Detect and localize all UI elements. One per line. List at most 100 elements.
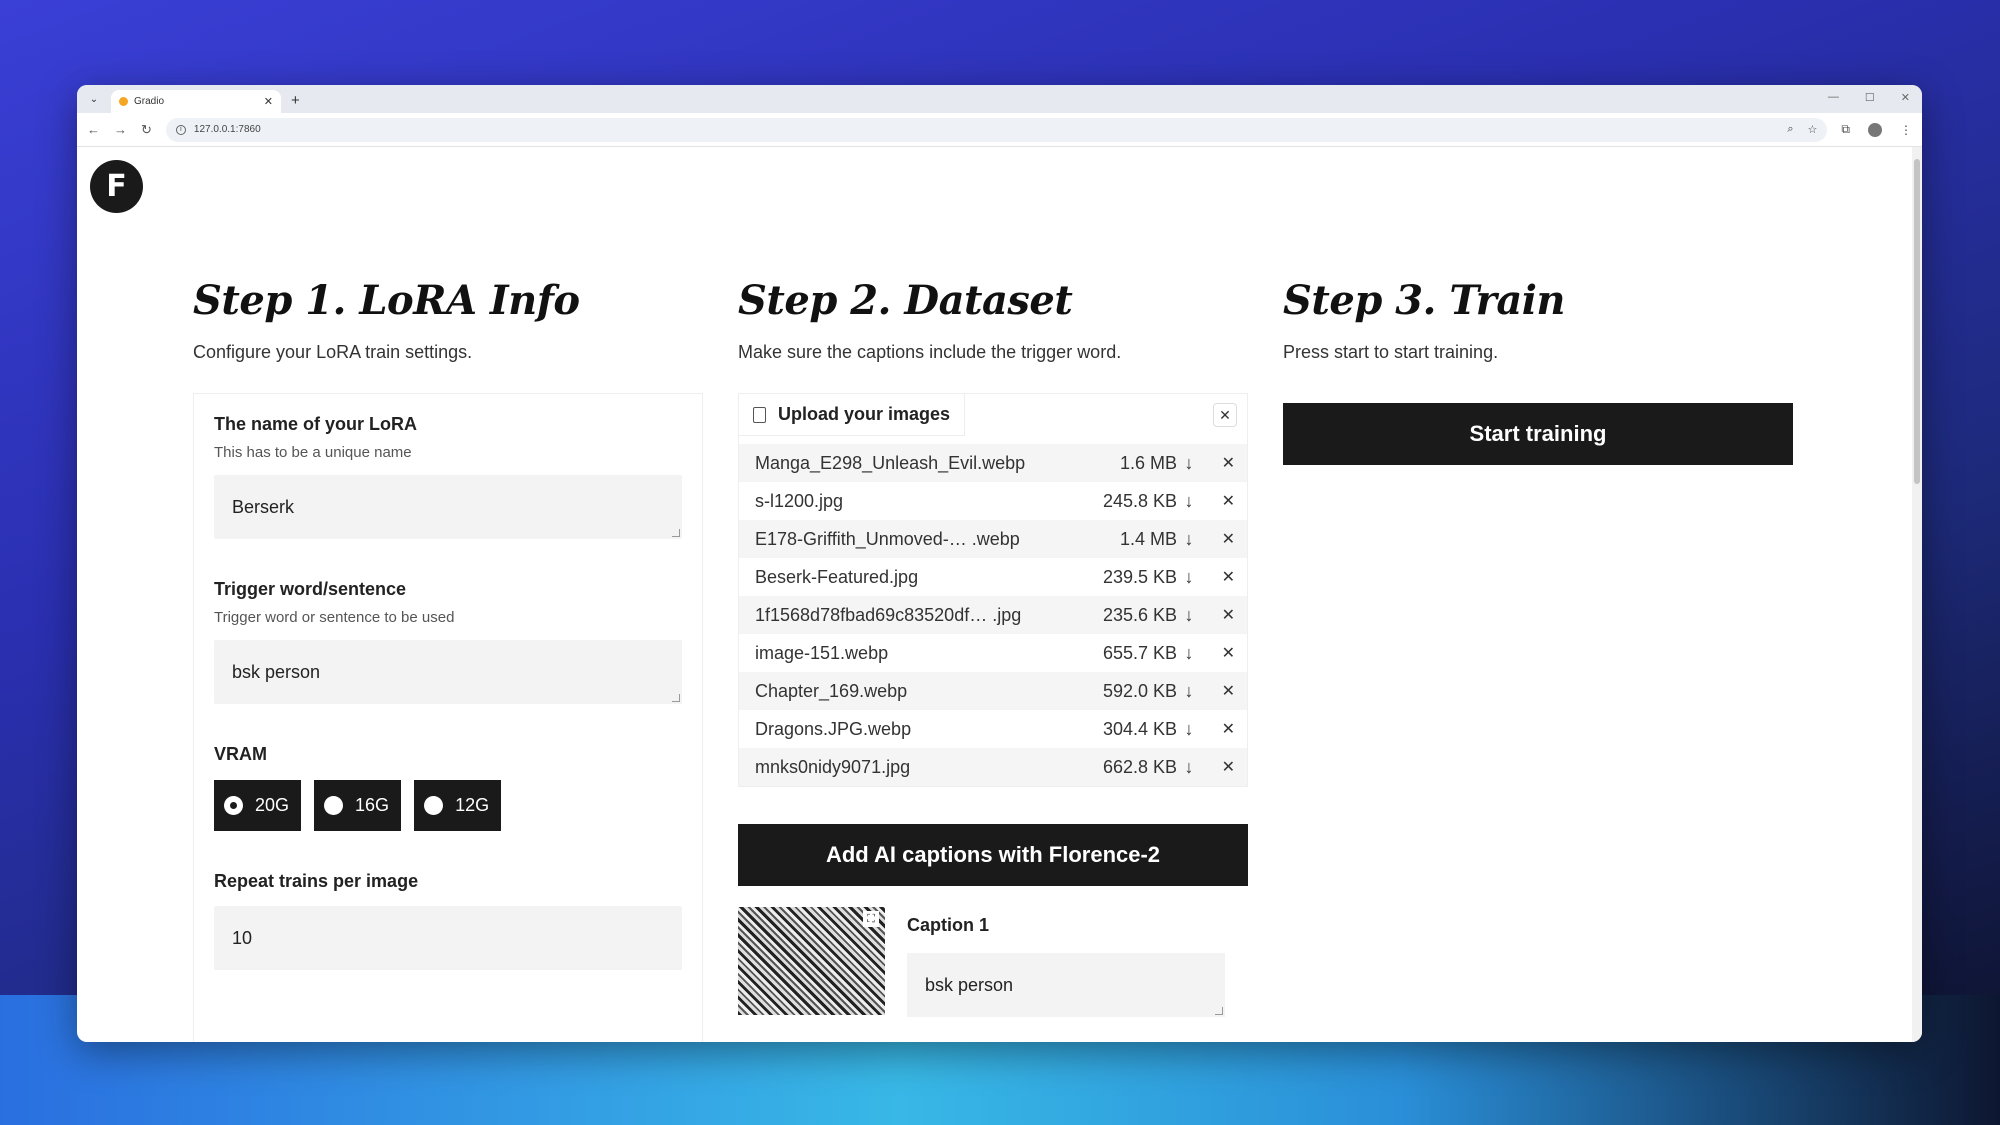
remove-file-icon[interactable]: ✕ [1201,491,1235,511]
file-row: s-l1200.jpg 245.8 KB ↓ ✕ [739,482,1247,520]
remove-file-icon[interactable]: ✕ [1201,529,1235,549]
trigger-field: Trigger word/sentence Trigger word or se… [214,579,682,704]
vram-option-16g[interactable]: 16G [314,780,402,831]
favicon-icon [119,97,128,106]
menu-kebab-icon[interactable]: ⋮ [1900,123,1912,137]
lora-name-label: The name of your LoRA [214,414,418,434]
tab-close-icon[interactable]: ✕ [264,95,273,108]
image-upload[interactable]: Upload your images ✕ Manga_E298_Unleash_… [738,393,1248,787]
remove-file-icon[interactable]: ✕ [1201,453,1235,473]
back-icon[interactable]: ← [87,122,100,137]
file-row: image-151.webp 655.7 KB ↓ ✕ [739,634,1247,672]
bookmark-star-icon[interactable]: ☆ [1808,123,1818,136]
caption-value: bsk person [925,974,1014,995]
file-name: Beserk-Featured.jpg [755,566,919,587]
download-icon[interactable]: ↓ [1177,757,1201,778]
clear-upload-button[interactable]: ✕ [1213,403,1237,427]
vram-radio-group: 20G 16G 12G [214,780,682,831]
browser-tab[interactable]: Gradio ✕ [111,90,281,113]
file-row: Chapter_169.webp 592.0 KB ↓ ✕ [739,672,1247,710]
url-field[interactable]: i 127.0.0.1:7860 ⌕ ☆ [165,117,1828,142]
step2-title: Step 2. Dataset [738,277,1073,324]
file-row: mnks0nidy9071.jpg 662.8 KB ↓ ✕ [739,748,1247,786]
download-icon[interactable]: ↓ [1177,605,1201,626]
lora-name-field: The name of your LoRA This has to be a u… [214,414,682,539]
file-size: 592.0 KB [1102,680,1177,701]
download-icon[interactable]: ↓ [1177,491,1201,512]
reload-icon[interactable]: ↻ [141,122,152,138]
remove-file-icon[interactable]: ✕ [1201,643,1235,663]
profile-avatar[interactable] [1868,122,1882,137]
step2-subtitle: Make sure the captions include the trigg… [738,342,1122,362]
url-text: 127.0.0.1:7860 [193,124,261,135]
remove-file-icon[interactable]: ✕ [1201,757,1235,777]
start-training-button[interactable]: Start training [1283,403,1793,465]
vram-option-label: 20G [255,795,290,815]
file-row: 1f1568d78fbad69c83520df… .jpg 235.6 KB ↓ ✕ [739,596,1247,634]
file-size: 235.6 KB [1102,604,1177,625]
file-icon [753,406,766,423]
lora-name-input[interactable]: Berserk [214,475,682,539]
app-logo: F [90,160,143,213]
caption-input[interactable]: bsk person [907,953,1225,1017]
repeat-value: 10 [232,927,253,948]
ai-captions-button[interactable]: Add AI captions with Florence-2 [738,824,1248,886]
download-icon[interactable]: ↓ [1177,719,1201,740]
download-icon[interactable]: ↓ [1177,453,1201,474]
repeat-field: Repeat trains per image 10 [214,871,682,970]
repeat-input[interactable]: 10 [214,906,682,970]
repeat-label: Repeat trains per image [214,871,419,891]
trigger-hint: Trigger word or sentence to be used [214,609,455,626]
remove-file-icon[interactable]: ✕ [1201,719,1235,739]
zoom-icon[interactable]: ⌕ [1787,123,1793,136]
file-name: Manga_E298_Unleash_Evil.webp [755,452,1026,473]
step3-subtitle: Press start to start training. [1283,342,1499,362]
vram-option-12g[interactable]: 12G [414,780,502,831]
remove-file-icon[interactable]: ✕ [1201,605,1235,625]
resize-handle-icon[interactable] [672,694,680,702]
tab-title: Gradio [134,96,165,107]
gradio-page: F Step 1. LoRA Info Configure your LoRA … [77,147,1912,1042]
file-size: 245.8 KB [1102,490,1177,511]
scrollbar[interactable] [1912,147,1922,1042]
vram-field: VRAM 20G 16G 12G [214,744,682,831]
minimize-icon[interactable]: — [1828,91,1839,104]
extensions-icon[interactable]: ⧉ [1841,122,1850,137]
remove-file-icon[interactable]: ✕ [1201,567,1235,587]
step2-column: Step 2. Dataset Make sure the captions i… [738,277,1248,1017]
file-size: 662.8 KB [1102,756,1177,777]
step1-subtitle: Configure your LoRA train settings. [193,342,473,362]
caption-label: Caption 1 [907,915,990,935]
close-window-icon[interactable]: ✕ [1901,91,1910,104]
lora-settings-card: The name of your LoRA This has to be a u… [193,393,703,1042]
radio-selected-icon [224,796,243,815]
radio-icon [424,796,444,815]
file-row: Manga_E298_Unleash_Evil.webp 1.6 MB ↓ ✕ [739,444,1247,482]
resize-handle-icon[interactable] [672,529,680,537]
download-icon[interactable]: ↓ [1177,681,1201,702]
remove-file-icon[interactable]: ✕ [1201,681,1235,701]
file-size: 239.5 KB [1102,566,1177,587]
trigger-input[interactable]: bsk person [214,640,682,704]
forward-icon[interactable]: → [114,122,127,137]
tab-search-icon[interactable]: ⌄ [85,90,103,108]
maximize-icon[interactable]: ☐ [1865,91,1875,104]
file-name: Dragons.JPG.webp [755,718,912,739]
trigger-value: bsk person [232,661,321,682]
new-tab-icon[interactable]: + [291,92,300,109]
site-info-icon[interactable]: i [175,124,186,135]
resize-handle-icon[interactable] [1215,1007,1223,1015]
download-icon[interactable]: ↓ [1177,567,1201,588]
scrollbar-thumb[interactable] [1914,159,1920,484]
vram-label: VRAM [214,744,267,764]
download-icon[interactable]: ↓ [1177,643,1201,664]
file-size: 304.4 KB [1102,718,1177,739]
download-icon[interactable]: ↓ [1177,529,1201,550]
file-name: s-l1200.jpg [755,490,844,511]
vram-option-20g[interactable]: 20G [214,780,302,831]
step1-column: Step 1. LoRA Info Configure your LoRA tr… [193,277,703,1042]
expand-icon[interactable]: ⛶ [863,911,879,927]
caption-row: ⛶ Caption 1 bsk person [738,907,1248,1017]
file-row: E178-Griffith_Unmoved-… .webp 1.4 MB ↓ ✕ [739,520,1247,558]
browser-window: ⌄ Gradio ✕ + — ☐ ✕ ← → ↻ i 127.0.0.1:786… [77,85,1922,1042]
